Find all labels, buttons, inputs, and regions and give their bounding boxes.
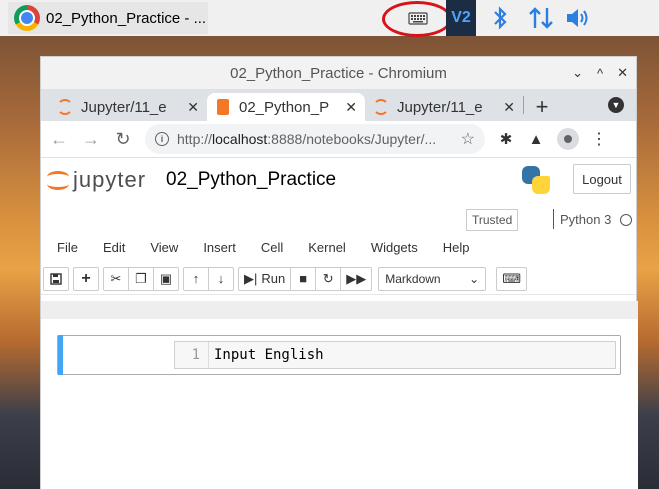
cell-editor[interactable]: 1 Input English xyxy=(174,341,616,369)
menu-kebab-icon[interactable]: ⋮ xyxy=(591,129,607,149)
menu-file[interactable]: File xyxy=(57,240,78,255)
new-tab-button[interactable]: + xyxy=(524,93,560,121)
jupyter-logo-icon xyxy=(47,167,69,193)
kernel-separator xyxy=(553,209,554,229)
cell-type-select[interactable]: Markdown ⌄ xyxy=(378,266,487,291)
tab-python-practice[interactable]: 02_Python_P ✕ xyxy=(207,93,365,121)
cell-source[interactable]: Input English xyxy=(209,342,324,368)
close-icon[interactable]: ✕ xyxy=(617,65,628,81)
python-logo-icon xyxy=(522,166,550,194)
notebook-page: 1 Input English xyxy=(41,319,638,489)
menu-view[interactable]: View xyxy=(150,240,178,255)
jupyter-header: jupyter 02_Python_Practice Logout xyxy=(41,157,636,201)
kernel-name[interactable]: Python 3 xyxy=(560,212,611,227)
cell-selection-bar xyxy=(58,335,63,375)
extensions-icon[interactable]: ✱ xyxy=(497,130,515,148)
reload-icon[interactable]: ↻ xyxy=(113,129,133,150)
tab-close-icon[interactable]: ✕ xyxy=(187,99,199,116)
cut-icon[interactable]: ✂ xyxy=(103,266,129,291)
tab-close-icon[interactable]: ✕ xyxy=(345,99,357,116)
command-palette-icon[interactable]: ⌨ xyxy=(496,266,527,291)
tab-jupyter-2[interactable]: Jupyter/11_e ✕ xyxy=(365,93,523,121)
jupyter-toolbar: + ✂ ❐ ▣ ↑ ↓ ▶| Run ■ ↻ ▶▶ Markdown ⌄ ⌨ xyxy=(41,263,636,295)
window-title: 02_Python_Practice - Chromium xyxy=(230,64,447,82)
tab-search-icon[interactable]: ▼ xyxy=(608,97,624,113)
vnc-icon[interactable]: V2 xyxy=(446,0,476,36)
tab-label: Jupyter/11_e xyxy=(81,98,167,116)
network-icon[interactable] xyxy=(526,0,556,36)
restart-run-all-icon[interactable]: ▶▶ xyxy=(340,266,373,291)
maximize-icon[interactable]: ^ xyxy=(597,66,603,81)
bookmark-star-icon[interactable]: ☆ xyxy=(461,129,475,149)
chromium-icon xyxy=(14,5,40,31)
run-button[interactable]: ▶| Run xyxy=(238,266,292,291)
url-text: http://localhost:8888/notebooks/Jupyter/… xyxy=(177,131,437,147)
save-icon[interactable] xyxy=(43,266,69,291)
trusted-badge[interactable]: Trusted xyxy=(466,209,519,231)
logout-button[interactable]: Logout xyxy=(573,164,631,194)
tab-label: 02_Python_P xyxy=(239,98,330,116)
menu-widgets[interactable]: Widgets xyxy=(371,240,418,255)
browser-window: 02_Python_Practice - Chromium ⌄ ^ ✕ Jupy… xyxy=(40,56,638,489)
tab-close-icon[interactable]: ✕ xyxy=(503,99,515,116)
labs-flask-icon[interactable]: ▲ xyxy=(527,131,545,148)
taskbar: 02_Python_Practice - ... V2 xyxy=(0,0,659,37)
add-cell-icon[interactable]: + xyxy=(73,266,99,291)
window-titlebar[interactable]: 02_Python_Practice - Chromium ⌄ ^ ✕ xyxy=(41,57,636,89)
copy-icon[interactable]: ❐ xyxy=(128,266,154,291)
move-up-icon[interactable]: ↑ xyxy=(183,266,209,291)
notebook-icon xyxy=(217,99,229,115)
jupyter-menubar: File Edit View Insert Cell Kernel Widget… xyxy=(41,231,636,263)
jupyter-logo[interactable]: jupyter xyxy=(47,167,146,193)
taskbar-app-chromium[interactable]: 02_Python_Practice - ... xyxy=(8,2,208,34)
tab-label: Jupyter/11_e xyxy=(397,98,483,116)
taskbar-app-title: 02_Python_Practice - ... xyxy=(46,9,207,27)
browser-toolbar: ← → ↻ i http://localhost:8888/notebooks/… xyxy=(41,121,636,157)
kernel-idle-icon xyxy=(620,214,632,226)
notebook-name[interactable]: 02_Python_Practice xyxy=(166,169,336,191)
run-icon: ▶| xyxy=(244,270,258,286)
jupyter-logo-text: jupyter xyxy=(73,166,147,192)
address-bar[interactable]: i http://localhost:8888/notebooks/Jupyte… xyxy=(145,124,485,154)
jupyter-icon xyxy=(57,99,73,115)
paste-icon[interactable]: ▣ xyxy=(153,266,179,291)
notebook-area: 1 Input English xyxy=(41,301,638,489)
cell-type-value: Markdown xyxy=(385,271,441,286)
bluetooth-icon[interactable] xyxy=(490,0,510,36)
tab-strip: Jupyter/11_e ✕ 02_Python_P ✕ Jupyter/11_… xyxy=(41,89,636,121)
restart-icon[interactable]: ↻ xyxy=(315,266,342,291)
stop-icon[interactable]: ■ xyxy=(290,266,317,291)
line-number: 1 xyxy=(175,342,209,368)
jupyter-icon xyxy=(373,99,389,115)
volume-icon[interactable] xyxy=(564,0,594,36)
info-icon[interactable]: i xyxy=(155,132,169,146)
notebook-cell[interactable]: 1 Input English xyxy=(57,335,621,375)
tab-jupyter-1[interactable]: Jupyter/11_e ✕ xyxy=(49,93,207,121)
menu-edit[interactable]: Edit xyxy=(103,240,125,255)
menu-kernel[interactable]: Kernel xyxy=(308,240,346,255)
forward-icon[interactable]: → xyxy=(81,129,101,150)
menu-cell[interactable]: Cell xyxy=(261,240,283,255)
menu-help[interactable]: Help xyxy=(443,240,470,255)
chevron-down-icon: ⌄ xyxy=(469,271,480,286)
menu-insert[interactable]: Insert xyxy=(203,240,236,255)
move-down-icon[interactable]: ↓ xyxy=(208,266,234,291)
highlight-circle xyxy=(382,1,452,37)
minimize-icon[interactable]: ⌄ xyxy=(572,65,583,81)
back-icon[interactable]: ← xyxy=(49,129,69,150)
kernel-status-bar: Trusted Python 3 xyxy=(41,201,636,231)
profile-avatar[interactable] xyxy=(557,128,579,150)
run-label: Run xyxy=(261,271,286,286)
